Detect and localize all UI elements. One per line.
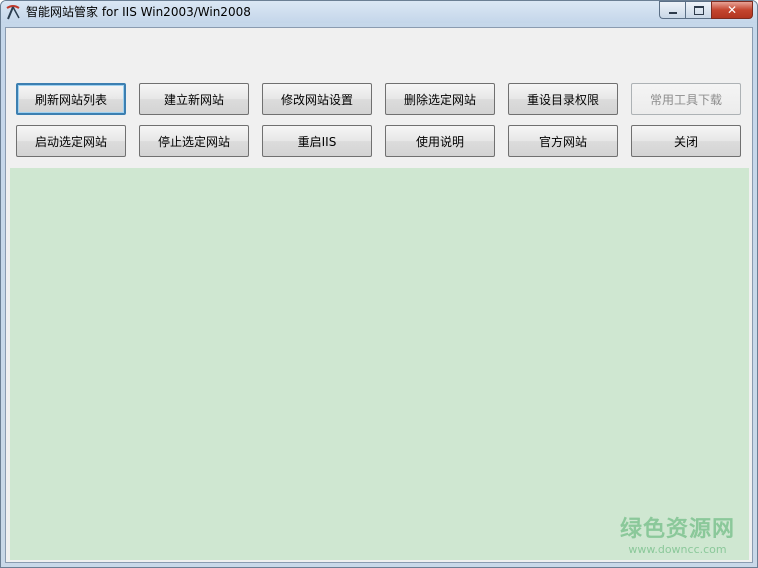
watermark-url: www.downcc.com (628, 543, 727, 556)
title-bar[interactable]: 智能网站管家 for IIS Win2003/Win2008 ✕ (1, 1, 757, 23)
client-area: 刷新网站列表 建立新网站 修改网站设置 删除选定网站 重设目录权限 常用工具下载… (5, 27, 753, 563)
reset-directory-permissions-button[interactable]: 重设目录权限 (508, 83, 618, 115)
close-button[interactable]: 关闭 (631, 125, 741, 157)
delete-selected-site-button[interactable]: 删除选定网站 (385, 83, 495, 115)
usage-instructions-button[interactable]: 使用说明 (385, 125, 495, 157)
minimize-icon (668, 12, 677, 14)
caption-buttons: ✕ (659, 1, 753, 19)
refresh-site-list-button[interactable]: 刷新网站列表 (16, 83, 126, 115)
pickaxe-icon (6, 5, 20, 20)
stop-selected-site-button[interactable]: 停止选定网站 (139, 125, 249, 157)
app-window: 智能网站管家 for IIS Win2003/Win2008 ✕ 刷新网站列表 … (0, 0, 758, 568)
watermark-text: 绿色资源网 (619, 517, 735, 542)
start-selected-site-button[interactable]: 启动选定网站 (16, 125, 126, 157)
minimize-button[interactable] (659, 1, 685, 19)
restart-iis-button[interactable]: 重启IIS (262, 125, 372, 157)
maximize-button[interactable] (685, 1, 711, 19)
window-title: 智能网站管家 for IIS Win2003/Win2008 (26, 5, 251, 19)
watermark: 绿色资源网 www.downcc.com (620, 517, 735, 556)
official-website-button[interactable]: 官方网站 (508, 125, 618, 157)
close-window-button[interactable]: ✕ (711, 1, 753, 19)
tools-download-button[interactable]: 常用工具下载 (631, 83, 741, 115)
site-list-panel[interactable]: 绿色资源网 www.downcc.com (10, 168, 749, 560)
create-site-button[interactable]: 建立新网站 (139, 83, 249, 115)
maximize-icon (693, 5, 704, 15)
modify-site-settings-button[interactable]: 修改网站设置 (262, 83, 372, 115)
close-icon: ✕ (726, 3, 738, 17)
